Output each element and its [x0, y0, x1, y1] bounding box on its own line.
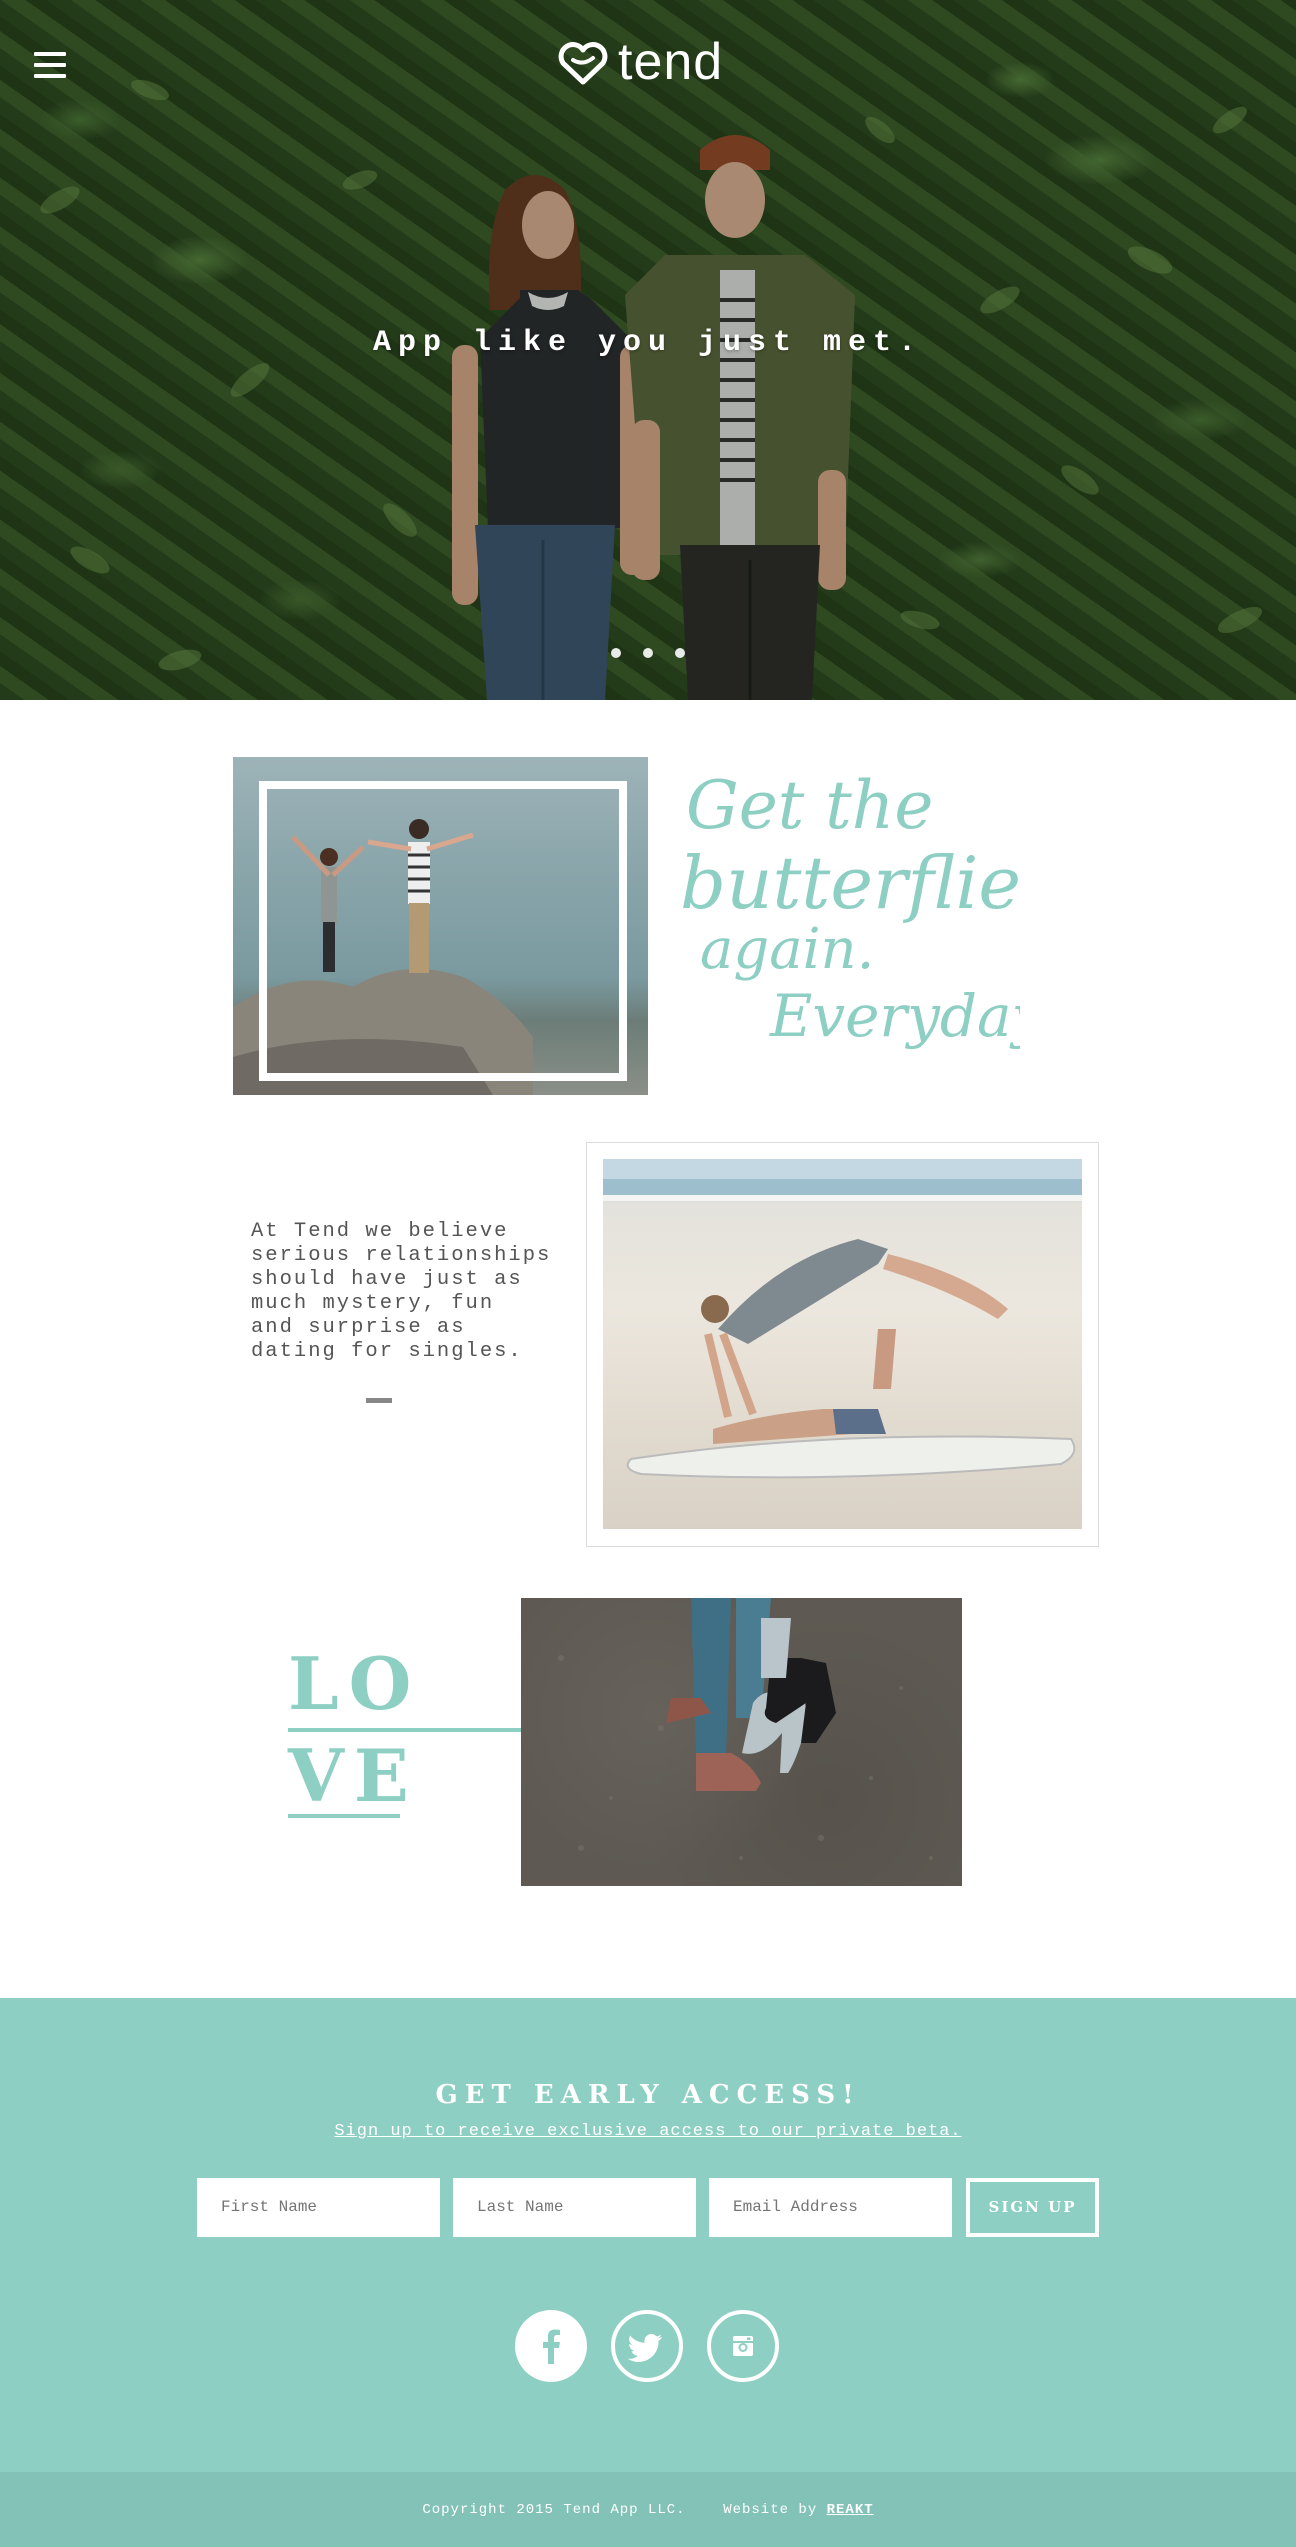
logo-wordmark: tend	[618, 33, 724, 91]
email-input[interactable]	[709, 2178, 952, 2237]
kissing-feet-photo	[521, 1598, 962, 1886]
signup-subtitle-link[interactable]: Sign up to receive exclusive access to o…	[334, 2122, 961, 2141]
last-name-input[interactable]	[453, 2178, 696, 2237]
script-line-4: Everyday.	[769, 982, 1020, 1050]
credit-link[interactable]: REAKT	[827, 2502, 874, 2518]
facebook-icon	[543, 2329, 560, 2364]
first-name-input[interactable]	[197, 2178, 440, 2237]
site-logo[interactable]: tend	[556, 33, 746, 92]
twitter-button[interactable]	[611, 2310, 683, 2382]
script-line-1: Get the	[686, 767, 933, 844]
beach-acro-photo	[603, 1159, 1082, 1529]
photo-frame-overlay	[259, 781, 627, 1081]
twitter-icon	[627, 2334, 662, 2362]
carousel-dots	[603, 648, 693, 662]
facebook-button[interactable]	[515, 2310, 587, 2382]
butterflies-script: Get the butterflies again. Everyday.	[680, 767, 1020, 1050]
script-line-2: butterflies	[680, 841, 1020, 925]
divider-dash	[366, 1398, 392, 1403]
signup-title: GET EARLY ACCESS!	[435, 2080, 861, 2110]
carousel-dot-3[interactable]	[675, 648, 685, 658]
menu-icon[interactable]	[34, 52, 66, 78]
love-rule-short	[288, 1814, 400, 1818]
love-line-1: LO	[288, 1641, 422, 1726]
signup-button[interactable]: SIGN UP	[966, 2178, 1099, 2237]
love-line-2: VE	[288, 1733, 419, 1818]
instagram-button[interactable]	[707, 2310, 779, 2382]
carousel-dot-1[interactable]	[611, 648, 621, 658]
footer-text: Copyright 2015 Tend App LLC. Website by …	[0, 2502, 1296, 2518]
signup-subtitle: Sign up to receive exclusive access to o…	[0, 2122, 1296, 2141]
carousel-dot-2[interactable]	[643, 648, 653, 658]
instagram-icon	[733, 2336, 753, 2356]
copyright-text: Copyright 2015 Tend App LLC.	[422, 2502, 686, 2518]
script-line-3: again.	[700, 917, 874, 982]
beach-acro-illustration	[603, 1159, 1082, 1479]
credit-prefix: Website by	[723, 2502, 818, 2518]
kissing-feet-illustration	[558, 1598, 933, 1860]
hero-tagline: App like you just met.	[372, 326, 924, 360]
heart-icon	[558, 42, 608, 85]
cliff-couple-photo	[233, 757, 648, 1095]
beach-acro-photo-frame	[586, 1142, 1099, 1547]
about-paragraph: At Tend we believe serious relationships…	[251, 1220, 552, 1363]
